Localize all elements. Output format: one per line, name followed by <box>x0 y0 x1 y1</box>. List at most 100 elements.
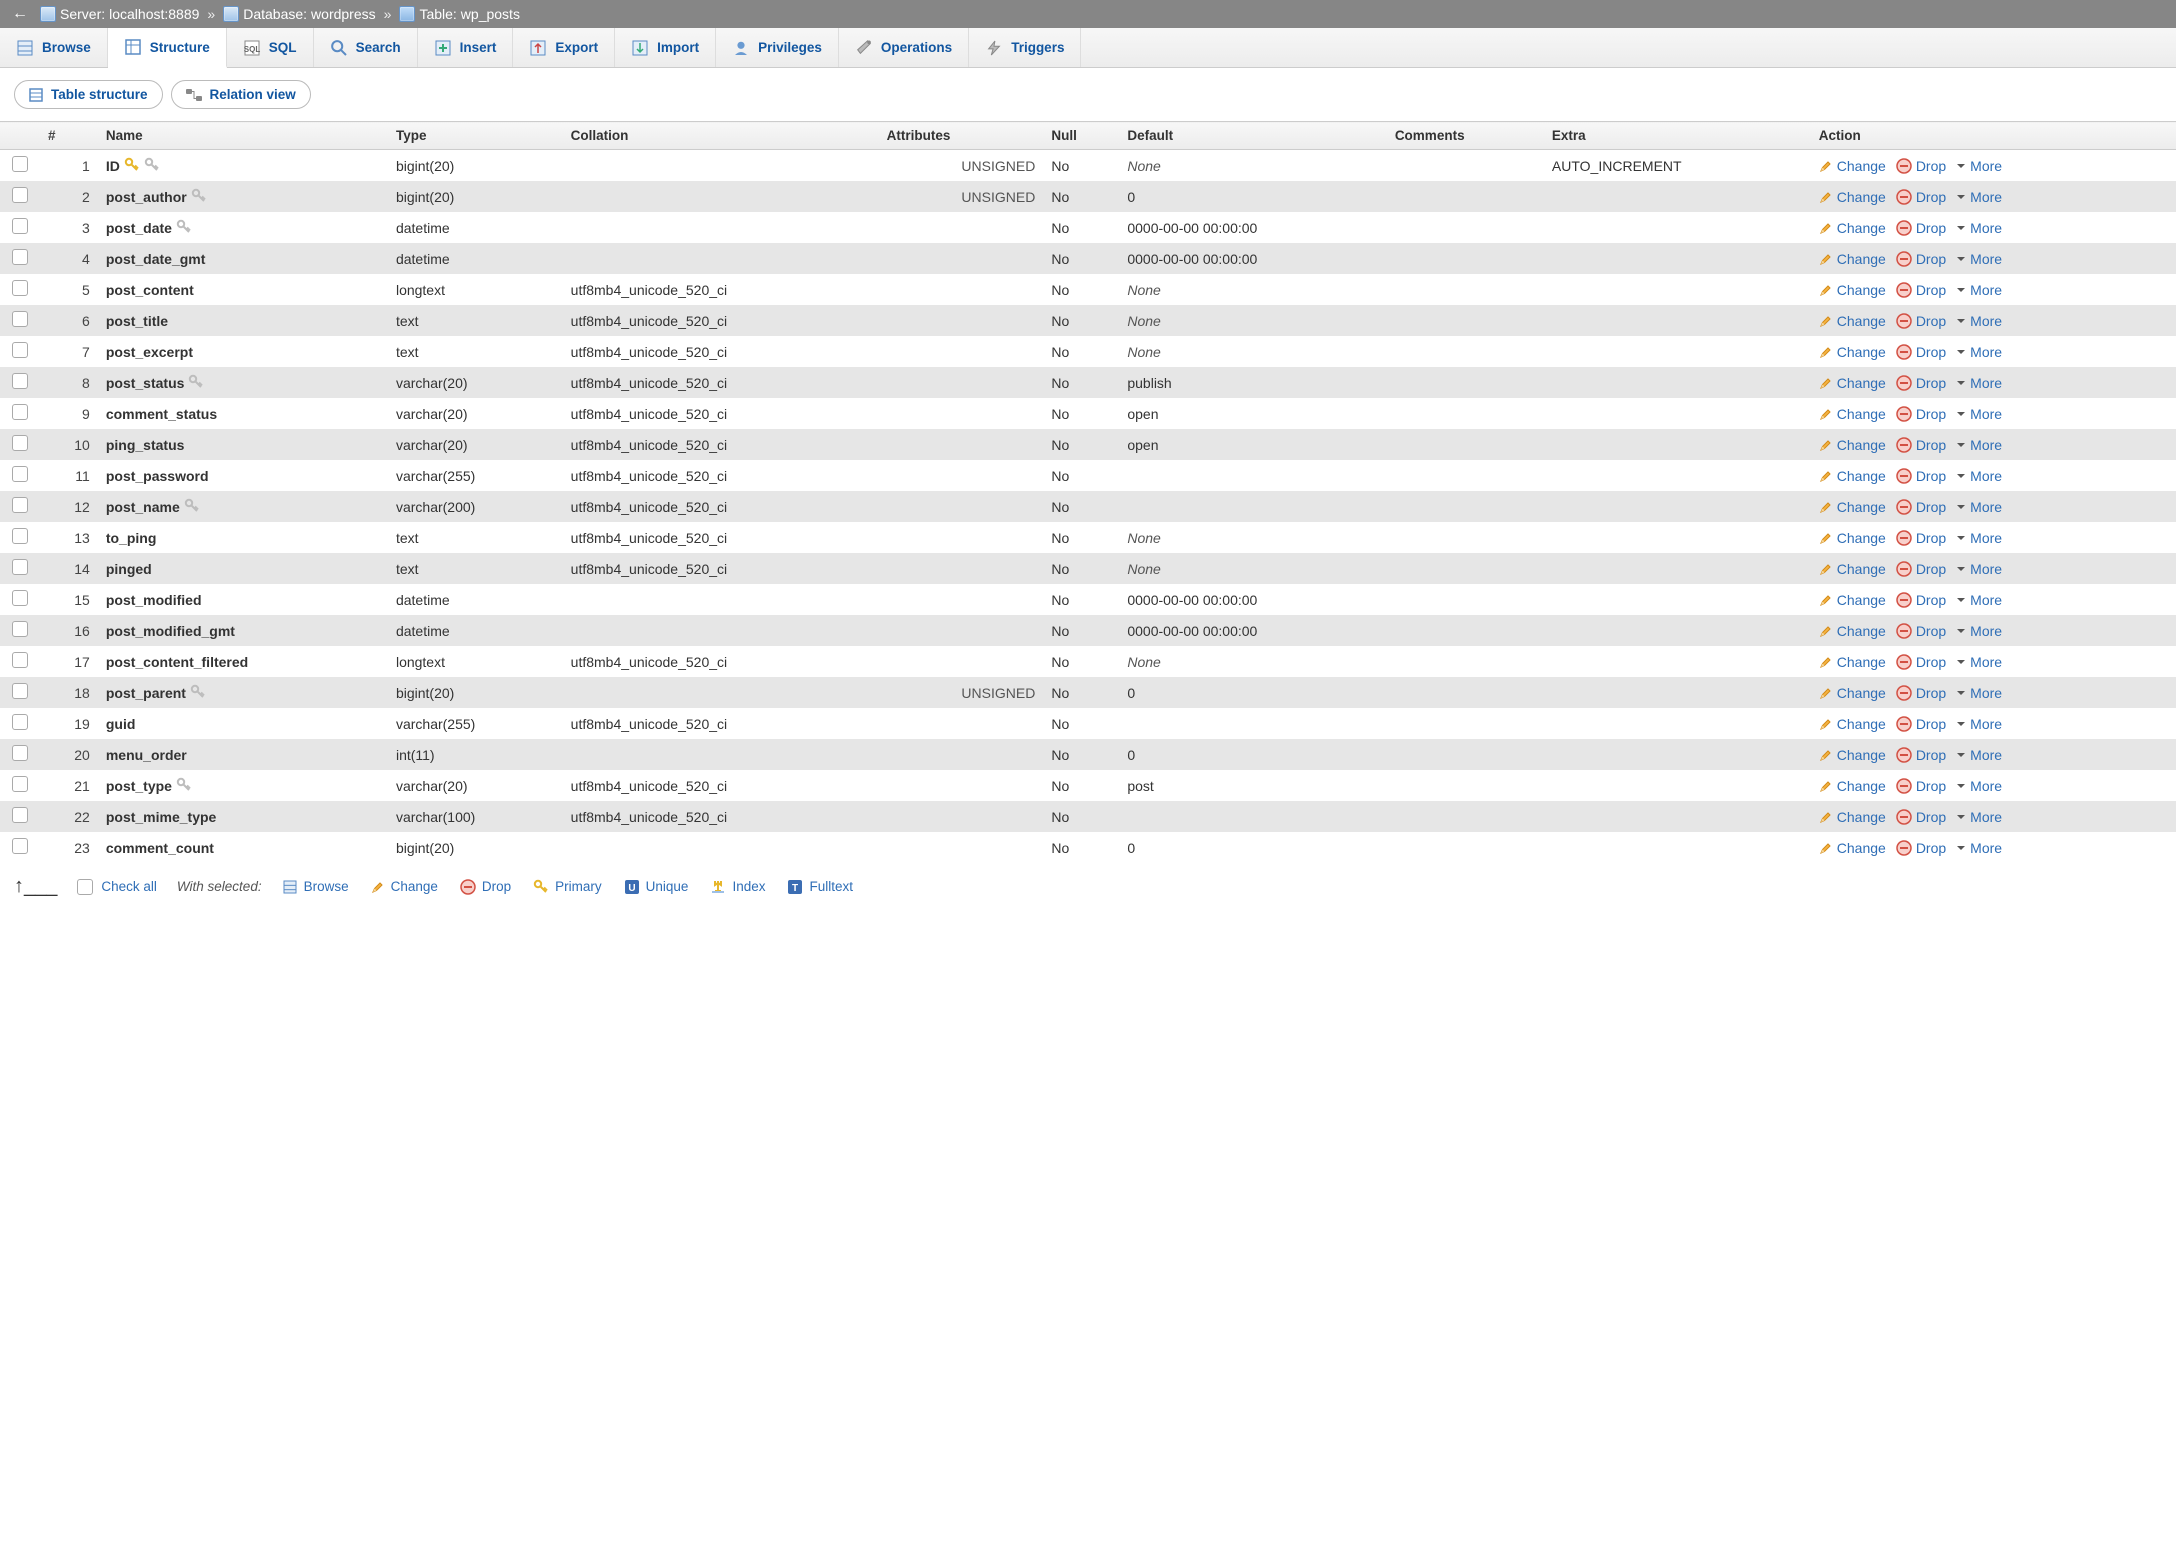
change-button[interactable]: Change <box>1819 313 1886 329</box>
tab-privileges[interactable]: Privileges <box>716 28 839 67</box>
tab-search[interactable]: Search <box>314 28 418 67</box>
drop-button[interactable]: Drop <box>1896 716 1946 732</box>
bulk-change-button[interactable]: Change <box>371 879 438 895</box>
more-button[interactable]: More <box>1956 716 2002 732</box>
row-checkbox[interactable] <box>12 683 28 699</box>
more-button[interactable]: More <box>1956 468 2002 484</box>
more-button[interactable]: More <box>1956 313 2002 329</box>
change-button[interactable]: Change <box>1819 220 1886 236</box>
change-button[interactable]: Change <box>1819 654 1886 670</box>
row-checkbox[interactable] <box>12 373 28 389</box>
row-checkbox[interactable] <box>12 528 28 544</box>
row-checkbox[interactable] <box>12 714 28 730</box>
tab-export[interactable]: Export <box>513 28 615 67</box>
back-arrow[interactable]: ← <box>6 3 34 25</box>
tab-insert[interactable]: Insert <box>418 28 514 67</box>
bulk-drop-button[interactable]: Drop <box>460 879 511 895</box>
row-checkbox[interactable] <box>12 466 28 482</box>
drop-button[interactable]: Drop <box>1896 530 1946 546</box>
change-button[interactable]: Change <box>1819 716 1886 732</box>
tab-sql[interactable]: SQLSQL <box>227 28 314 67</box>
drop-button[interactable]: Drop <box>1896 809 1946 825</box>
drop-button[interactable]: Drop <box>1896 220 1946 236</box>
more-button[interactable]: More <box>1956 282 2002 298</box>
change-button[interactable]: Change <box>1819 344 1886 360</box>
row-checkbox[interactable] <box>12 590 28 606</box>
drop-button[interactable]: Drop <box>1896 468 1946 484</box>
more-button[interactable]: More <box>1956 747 2002 763</box>
more-button[interactable]: More <box>1956 189 2002 205</box>
drop-button[interactable]: Drop <box>1896 189 1946 205</box>
row-checkbox[interactable] <box>12 745 28 761</box>
more-button[interactable]: More <box>1956 840 2002 856</box>
drop-button[interactable]: Drop <box>1896 747 1946 763</box>
breadcrumb-server[interactable]: Server: localhost:8889 <box>40 6 199 22</box>
change-button[interactable]: Change <box>1819 840 1886 856</box>
drop-button[interactable]: Drop <box>1896 437 1946 453</box>
tab-triggers[interactable]: Triggers <box>969 28 1081 67</box>
row-checkbox[interactable] <box>12 342 28 358</box>
drop-button[interactable]: Drop <box>1896 654 1946 670</box>
row-checkbox[interactable] <box>12 559 28 575</box>
tab-browse[interactable]: Browse <box>0 28 108 67</box>
drop-button[interactable]: Drop <box>1896 499 1946 515</box>
more-button[interactable]: More <box>1956 158 2002 174</box>
drop-button[interactable]: Drop <box>1896 623 1946 639</box>
change-button[interactable]: Change <box>1819 499 1886 515</box>
row-checkbox[interactable] <box>12 249 28 265</box>
row-checkbox[interactable] <box>12 187 28 203</box>
change-button[interactable]: Change <box>1819 189 1886 205</box>
change-button[interactable]: Change <box>1819 468 1886 484</box>
drop-button[interactable]: Drop <box>1896 375 1946 391</box>
more-button[interactable]: More <box>1956 437 2002 453</box>
more-button[interactable]: More <box>1956 220 2002 236</box>
drop-button[interactable]: Drop <box>1896 840 1946 856</box>
row-checkbox[interactable] <box>12 218 28 234</box>
check-all-checkbox[interactable] <box>77 879 93 895</box>
change-button[interactable]: Change <box>1819 406 1886 422</box>
change-button[interactable]: Change <box>1819 778 1886 794</box>
row-checkbox[interactable] <box>12 838 28 854</box>
change-button[interactable]: Change <box>1819 747 1886 763</box>
tab-import[interactable]: Import <box>615 28 716 67</box>
more-button[interactable]: More <box>1956 406 2002 422</box>
drop-button[interactable]: Drop <box>1896 251 1946 267</box>
change-button[interactable]: Change <box>1819 282 1886 298</box>
more-button[interactable]: More <box>1956 561 2002 577</box>
change-button[interactable]: Change <box>1819 809 1886 825</box>
change-button[interactable]: Change <box>1819 623 1886 639</box>
drop-button[interactable]: Drop <box>1896 778 1946 794</box>
change-button[interactable]: Change <box>1819 158 1886 174</box>
row-checkbox[interactable] <box>12 311 28 327</box>
drop-button[interactable]: Drop <box>1896 685 1946 701</box>
change-button[interactable]: Change <box>1819 561 1886 577</box>
more-button[interactable]: More <box>1956 251 2002 267</box>
row-checkbox[interactable] <box>12 435 28 451</box>
tab-structure[interactable]: Structure <box>108 28 227 68</box>
more-button[interactable]: More <box>1956 530 2002 546</box>
change-button[interactable]: Change <box>1819 685 1886 701</box>
row-checkbox[interactable] <box>12 776 28 792</box>
drop-button[interactable]: Drop <box>1896 158 1946 174</box>
change-button[interactable]: Change <box>1819 251 1886 267</box>
row-checkbox[interactable] <box>12 652 28 668</box>
subtab-relation-view[interactable]: Relation view <box>171 80 311 109</box>
drop-button[interactable]: Drop <box>1896 561 1946 577</box>
row-checkbox[interactable] <box>12 807 28 823</box>
drop-button[interactable]: Drop <box>1896 313 1946 329</box>
more-button[interactable]: More <box>1956 499 2002 515</box>
drop-button[interactable]: Drop <box>1896 344 1946 360</box>
check-all[interactable]: Check all <box>77 879 157 895</box>
change-button[interactable]: Change <box>1819 592 1886 608</box>
bulk-browse-button[interactable]: Browse <box>282 879 349 895</box>
change-button[interactable]: Change <box>1819 530 1886 546</box>
more-button[interactable]: More <box>1956 685 2002 701</box>
more-button[interactable]: More <box>1956 592 2002 608</box>
bulk-unique-button[interactable]: UUnique <box>624 879 689 895</box>
row-checkbox[interactable] <box>12 156 28 172</box>
more-button[interactable]: More <box>1956 654 2002 670</box>
row-checkbox[interactable] <box>12 497 28 513</box>
more-button[interactable]: More <box>1956 623 2002 639</box>
drop-button[interactable]: Drop <box>1896 592 1946 608</box>
row-checkbox[interactable] <box>12 280 28 296</box>
